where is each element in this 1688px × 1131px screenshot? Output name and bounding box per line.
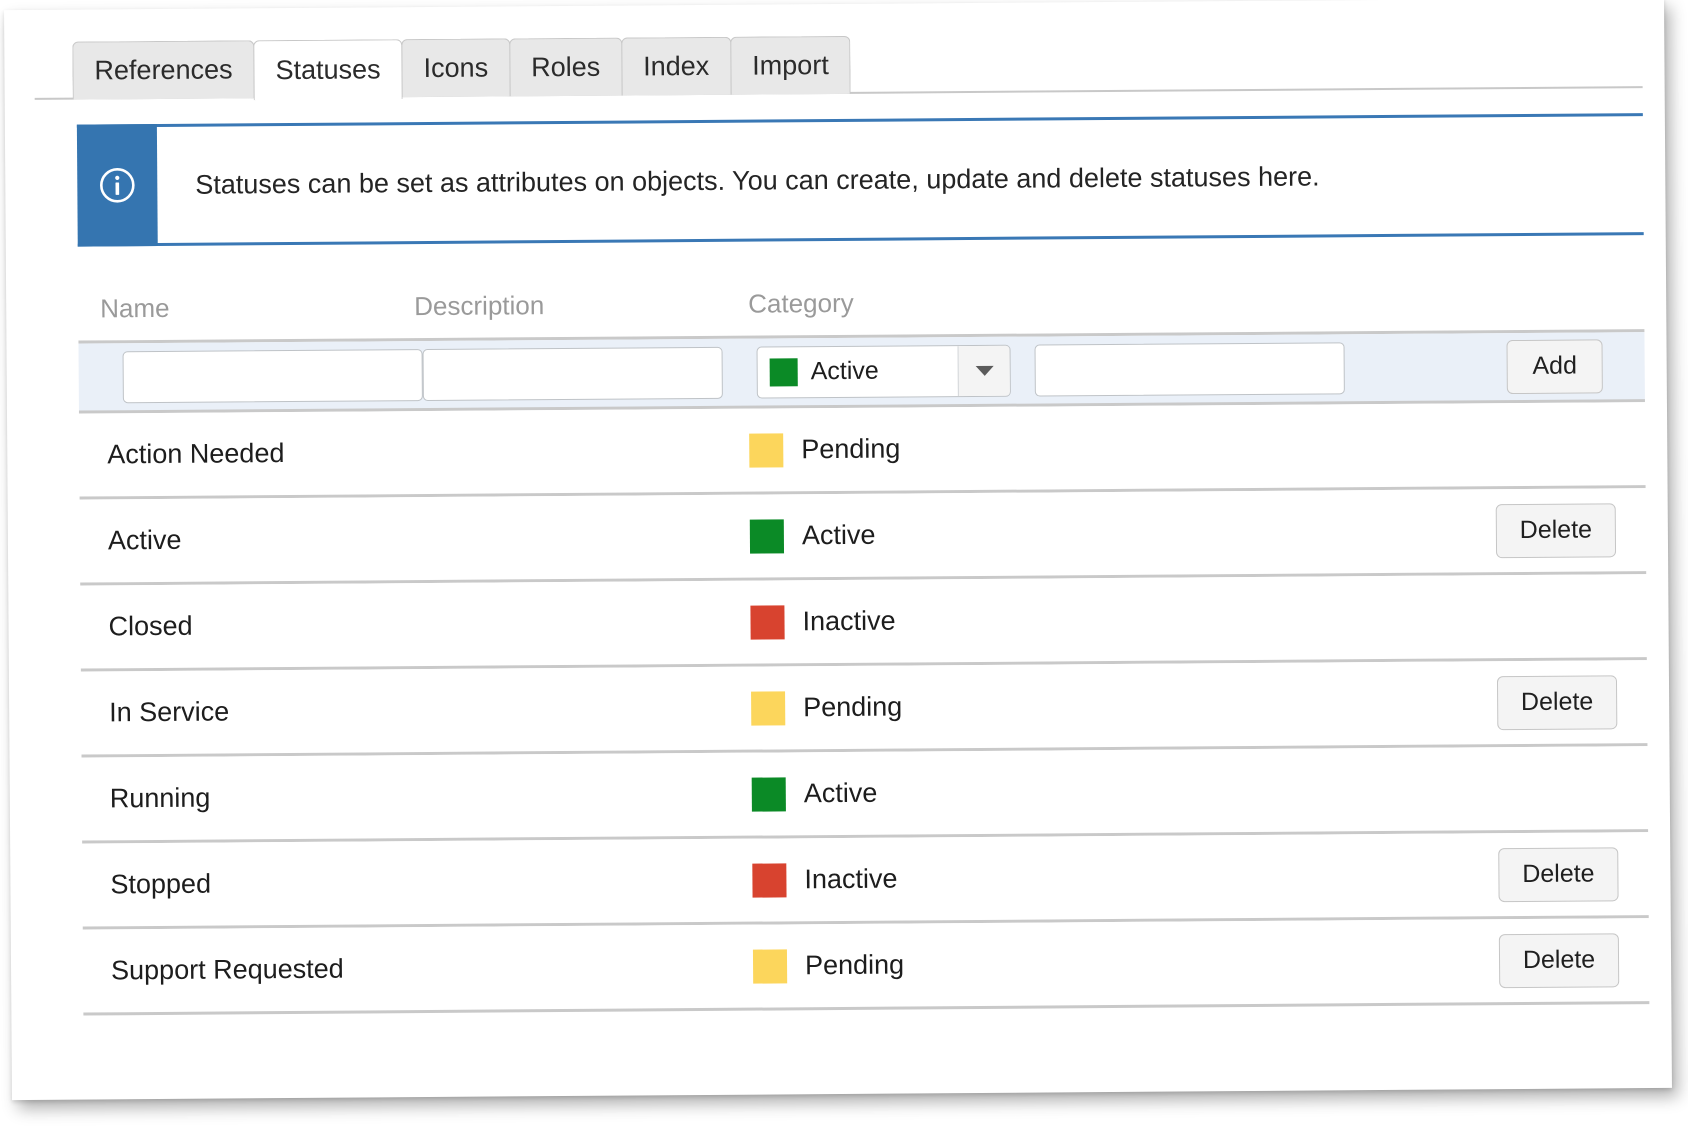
row-spacer <box>1027 445 1495 448</box>
tab-icons[interactable]: Icons <box>401 38 511 98</box>
category-color-swatch <box>752 862 787 898</box>
category-color-swatch <box>749 518 785 554</box>
status-name: Stopped <box>110 868 212 900</box>
column-header-spacer <box>1026 299 1494 302</box>
tab-references[interactable]: References <box>72 40 255 100</box>
settings-card: References Statuses Icons Roles Index Import … <box>4 0 1672 1101</box>
category-color-swatch <box>751 776 786 812</box>
category-color-swatch <box>769 357 798 386</box>
category-select-value: Active <box>758 346 958 397</box>
status-category: Inactive <box>750 603 1028 640</box>
statuses-table: Name Description Category Active Add Act… <box>77 266 1650 1016</box>
tab-roles[interactable]: Roles <box>508 37 623 97</box>
status-category: Active <box>749 517 1028 554</box>
table-row: In Service Pending Delete <box>80 660 1648 758</box>
status-name: In Service <box>109 696 230 728</box>
table-row: Running Active <box>81 746 1649 844</box>
row-spacer <box>1030 875 1498 878</box>
category-color-swatch <box>749 432 784 468</box>
column-header-actions <box>1494 298 1644 299</box>
column-header-name: Name <box>100 292 170 324</box>
card-rotator: References Statuses Icons Roles Index Import … <box>4 0 1672 1101</box>
column-header-description: Description <box>414 290 545 322</box>
table-row: Action Needed Pending <box>78 402 1646 500</box>
table-row: Active Active Delete <box>79 488 1647 586</box>
status-description <box>415 450 749 452</box>
row-spacer <box>1031 961 1499 964</box>
status-description <box>417 708 751 710</box>
row-actions <box>1498 788 1648 789</box>
info-circle-icon <box>76 123 158 247</box>
category-label: Inactive <box>802 605 896 637</box>
tab-import[interactable]: Import <box>730 35 851 95</box>
status-name: Support Requested <box>110 953 344 986</box>
add-status-form-row: Active Add <box>78 332 1645 414</box>
new-status-category-select[interactable]: Active <box>756 344 1011 399</box>
row-actions: Delete <box>1498 846 1648 902</box>
info-banner-message: Statuses can be set as attributes on obj… <box>195 160 1320 200</box>
status-description <box>416 536 750 538</box>
row-spacer <box>1028 531 1496 534</box>
status-name: Action Needed <box>107 438 285 470</box>
row-spacer <box>1029 617 1497 620</box>
category-label: Pending <box>804 949 905 981</box>
tab-statuses[interactable]: Statuses <box>253 39 403 101</box>
status-name: Running <box>109 782 211 814</box>
add-status-button[interactable]: Add <box>1506 338 1603 394</box>
status-category: Inactive <box>752 861 1030 898</box>
table-row: Support Requested Pending Delete <box>82 918 1650 1016</box>
row-spacer <box>1030 789 1498 792</box>
new-status-extra-input[interactable] <box>1034 341 1345 397</box>
row-actions: Delete <box>1498 932 1649 988</box>
status-category: Active <box>751 775 1030 812</box>
category-color-swatch <box>751 690 786 726</box>
delete-status-button[interactable]: Delete <box>1495 502 1617 558</box>
column-header-category: Category <box>748 287 854 319</box>
category-select-label: Active <box>810 356 879 386</box>
info-banner: Statuses can be set as attributes on obj… <box>76 113 1644 247</box>
table-header-row: Name Description Category <box>77 266 1645 344</box>
category-label: Inactive <box>804 863 898 895</box>
category-label: Active <box>801 519 876 551</box>
status-category: Pending <box>752 947 1031 984</box>
status-category: Pending <box>749 431 1027 468</box>
status-category: Pending <box>751 689 1029 726</box>
status-name: Active <box>107 524 182 556</box>
row-actions: Delete <box>1496 674 1647 730</box>
delete-status-button[interactable]: Delete <box>1498 932 1620 988</box>
table-body: Action Needed Pending Active Active Delete Cl… <box>78 402 1650 1016</box>
screenshot-stage: References Statuses Icons Roles Index Import … <box>0 0 1688 1131</box>
category-label: Active <box>803 777 878 809</box>
row-actions <box>1495 444 1645 445</box>
category-color-swatch <box>750 604 785 640</box>
tab-bar: References Statuses Icons Roles Index Import <box>4 30 1664 101</box>
delete-status-button[interactable]: Delete <box>1498 846 1619 902</box>
table-row: Stopped Inactive Delete <box>82 832 1649 930</box>
status-name: Closed <box>108 610 193 642</box>
new-status-description-input[interactable] <box>422 346 723 401</box>
delete-status-button[interactable]: Delete <box>1496 674 1618 730</box>
row-actions <box>1497 616 1647 617</box>
category-label: Pending <box>801 433 901 465</box>
status-description <box>419 966 753 968</box>
category-color-swatch <box>752 948 788 984</box>
table-row: Closed Inactive <box>80 574 1647 672</box>
chevron-down-icon[interactable] <box>957 345 1010 396</box>
row-spacer <box>1029 703 1497 706</box>
row-actions: Delete <box>1495 502 1646 558</box>
status-description <box>418 880 752 882</box>
status-description <box>417 622 751 624</box>
category-label: Pending <box>803 691 903 723</box>
new-status-name-input[interactable] <box>122 348 423 403</box>
tab-index[interactable]: Index <box>620 36 732 96</box>
status-description <box>418 794 752 796</box>
